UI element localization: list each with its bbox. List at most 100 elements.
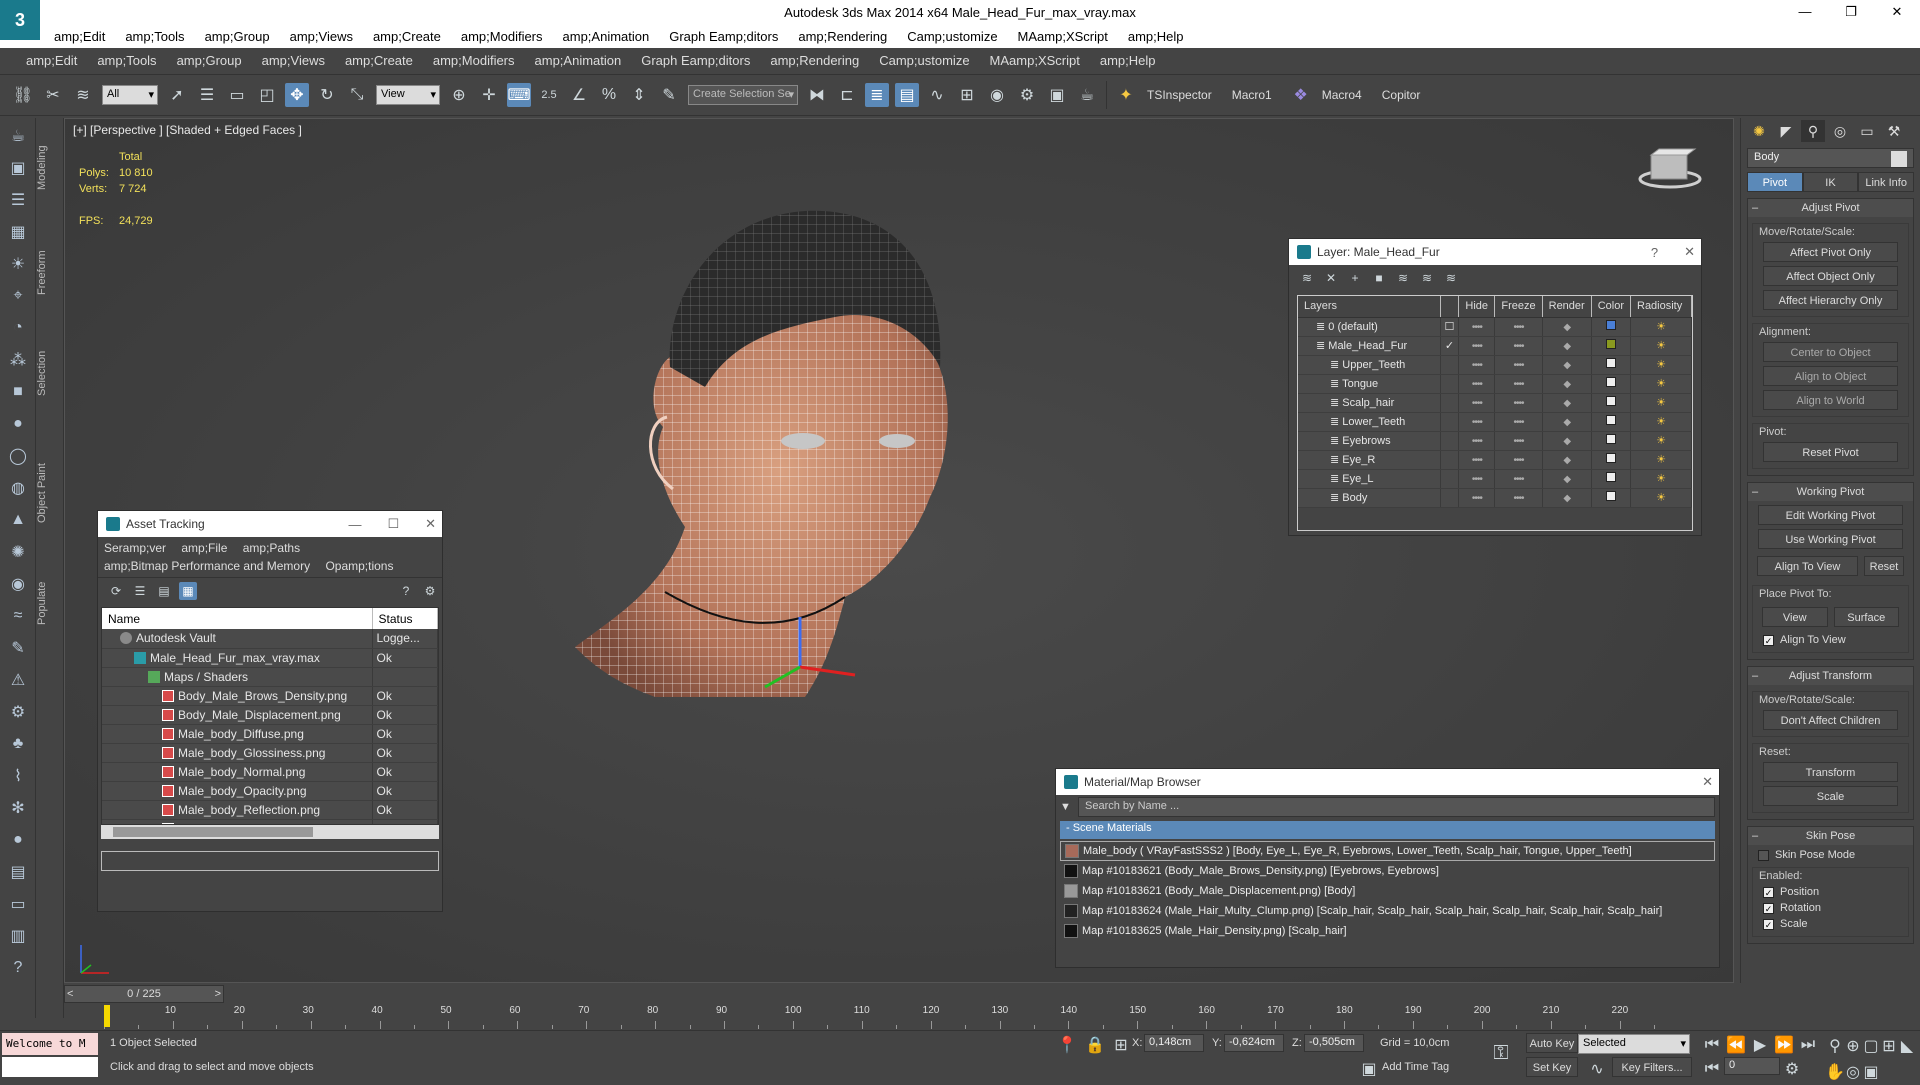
render-toggle-icon[interactable]: ◆ (1563, 436, 1571, 447)
time-slider[interactable]: < 0 / 225 > (64, 985, 224, 1003)
current-layer-flag[interactable] (1440, 393, 1460, 413)
render-toggle-icon[interactable]: ◆ (1563, 455, 1571, 466)
menu-primary-item[interactable]: amp;Modifiers (461, 29, 563, 44)
pan-icon[interactable]: ✋ (1825, 1060, 1845, 1084)
column-header-status[interactable]: Status (372, 608, 438, 629)
current-layer-flag[interactable] (1440, 355, 1460, 375)
menu-options[interactable]: Opamp;tions (325, 559, 393, 573)
radiosity-sun-icon[interactable]: ☀ (1656, 359, 1666, 371)
menu-bitmap-performance[interactable]: amp;Bitmap Performance and Memory (104, 559, 310, 573)
next-frame-icon[interactable]: ⏩ (1774, 1033, 1794, 1057)
menu-secondary-item[interactable]: Camp;ustomize (879, 53, 989, 68)
select-move-icon[interactable]: ✥ (285, 83, 309, 107)
pivot-center-icon[interactable]: ⊕ (447, 83, 471, 107)
key-icon[interactable]: ⚿ (1489, 1041, 1513, 1065)
layer-color-swatch[interactable] (1605, 396, 1616, 406)
script-copitor[interactable]: Copitor (1382, 88, 1421, 102)
gear-icon[interactable]: ⚙ (4, 698, 32, 726)
freeze-toggle-icon[interactable]: •••• (1513, 322, 1524, 333)
help-icon[interactable]: ? (1651, 245, 1658, 260)
new-layer-icon[interactable]: ≋ (1298, 269, 1316, 287)
refresh-icon[interactable]: ⟳ (107, 582, 125, 600)
script-macro1[interactable]: Macro1 (1232, 88, 1272, 102)
column-header-color[interactable]: Color (1591, 296, 1632, 318)
adjust-transform-header[interactable]: Adjust Transform (1748, 667, 1913, 685)
key-filters-button[interactable]: Key Filters... (1612, 1057, 1692, 1077)
freeze-toggle-icon[interactable]: •••• (1513, 417, 1524, 428)
checkbox-checked[interactable]: ✓ (1763, 634, 1774, 646)
layer-row[interactable]: ≣ Eye_R •••• •••• ◆ ☀ (1298, 450, 1692, 470)
position-checkbox[interactable]: ✓ Position (1763, 886, 1898, 898)
layer-manager-titlebar[interactable]: Layer: Male_Head_Fur ? ✕ (1289, 239, 1701, 265)
ribbon-tab-selection[interactable]: Selection (36, 328, 64, 418)
hide-toggle-icon[interactable]: •••• (1472, 360, 1483, 371)
freeze-toggle-icon[interactable]: •••• (1513, 360, 1524, 371)
layer-color-swatch[interactable] (1605, 358, 1616, 368)
options-dropdown-icon[interactable]: ▼ (1060, 801, 1074, 813)
ribbon-tab-freeform[interactable]: Freeform (36, 228, 64, 318)
grid-icon[interactable]: ▦ (4, 218, 32, 246)
asset-path-field[interactable] (101, 851, 439, 871)
current-layer-flag[interactable] (1440, 374, 1460, 394)
material-browser-titlebar[interactable]: Material/Map Browser ✕ (1056, 769, 1719, 795)
script-macro4[interactable]: Macro4 (1322, 88, 1362, 102)
modify-tab-icon[interactable]: ◤ (1774, 120, 1798, 142)
window-crossing-icon[interactable]: ◰ (255, 83, 279, 107)
radiosity-sun-icon[interactable]: ☀ (1656, 378, 1666, 390)
set-key-button[interactable]: Set Key (1526, 1057, 1578, 1077)
rect-selection-icon[interactable]: ▭ (225, 83, 249, 107)
maxscript-listener-mini[interactable]: Welcome to M (2, 1033, 98, 1055)
menu-secondary-item[interactable]: amp;Group (177, 53, 262, 68)
material-search-input[interactable]: Search by Name ... (1078, 797, 1715, 817)
monitor-icon[interactable]: ▭ (4, 890, 32, 918)
layer-color-swatch[interactable] (1605, 415, 1616, 425)
viewcube-icon[interactable] (1637, 145, 1703, 191)
radiosity-sun-icon[interactable]: ☀ (1656, 321, 1666, 333)
schematic-view-icon[interactable]: ⊞ (955, 83, 979, 107)
select-in-layer-icon[interactable]: ■ (1370, 269, 1388, 287)
zoom-all-icon[interactable]: ⊕ (1845, 1034, 1861, 1058)
current-layer-flag[interactable]: ✓ (1440, 336, 1460, 356)
maximize-icon[interactable]: ☐ (387, 516, 399, 532)
helper-icon[interactable]: ◔ (4, 314, 32, 342)
object-name-field[interactable]: Body (1747, 148, 1914, 168)
column-header-name[interactable]: Name (102, 608, 373, 629)
table-row[interactable]: Maps / Shaders (102, 667, 438, 687)
link-icon[interactable]: ⛓ (11, 83, 35, 107)
menu-secondary-item[interactable]: amp;Help (1100, 53, 1176, 68)
bind-space-warp-icon[interactable]: ≋ (71, 83, 95, 107)
head-model-mesh[interactable] (555, 197, 975, 717)
key-mode-toggle-icon[interactable]: ⏮ (1703, 1057, 1721, 1081)
key-mode-icon[interactable]: ∿ (1585, 1057, 1609, 1081)
table-row[interactable]: Male_body_Reflection.png Ok (102, 800, 438, 820)
affect-object-only-button[interactable]: Affect Object Only (1763, 266, 1898, 286)
layer-color-swatch[interactable] (1605, 472, 1616, 482)
affect-pivot-only-button[interactable]: Affect Pivot Only (1763, 242, 1898, 262)
list-view-icon[interactable]: ☰ (131, 582, 149, 600)
close-button[interactable]: ✕ (1874, 0, 1920, 24)
freeze-toggle-icon[interactable]: •••• (1513, 379, 1524, 390)
fur-icon[interactable]: ✻ (4, 794, 32, 822)
auto-key-button[interactable]: Auto Key (1526, 1033, 1578, 1053)
planet-icon[interactable]: ◉ (4, 570, 32, 598)
menu-primary-item[interactable]: amp;Edit (54, 29, 125, 44)
graphite-toggle-icon[interactable]: ▤ (895, 83, 919, 107)
teapot-icon[interactable]: ☕ (4, 122, 32, 150)
object-color-swatch[interactable] (1891, 151, 1907, 167)
tree-icon[interactable]: ♣ (4, 730, 32, 758)
curve-editor-icon[interactable]: ∿ (925, 83, 949, 107)
reference-coord-dropdown[interactable]: View (376, 85, 440, 105)
align-to-view-checkbox[interactable]: ✓ Align To View (1763, 634, 1898, 646)
mirror-icon[interactable]: ⧓ (805, 83, 829, 107)
prev-frame-icon[interactable]: < (67, 986, 73, 1002)
create-tab-icon[interactable]: ✺ (1747, 120, 1771, 142)
layer-manager-icon[interactable]: ≣ (865, 83, 889, 107)
menu-secondary-item[interactable]: amp;Animation (535, 53, 642, 68)
dont-affect-children-button[interactable]: Don't Affect Children (1763, 710, 1898, 730)
script-tsinspector[interactable]: TSInspector (1147, 88, 1212, 102)
display-tab-icon[interactable]: ▭ (1855, 120, 1879, 142)
layer-color-swatch[interactable] (1605, 339, 1616, 349)
hair-icon[interactable]: ⌇ (4, 762, 32, 790)
snap-toggle-icon[interactable]: 2.5 (537, 83, 561, 107)
column-header-radiosity[interactable]: Radiosity (1630, 296, 1692, 318)
